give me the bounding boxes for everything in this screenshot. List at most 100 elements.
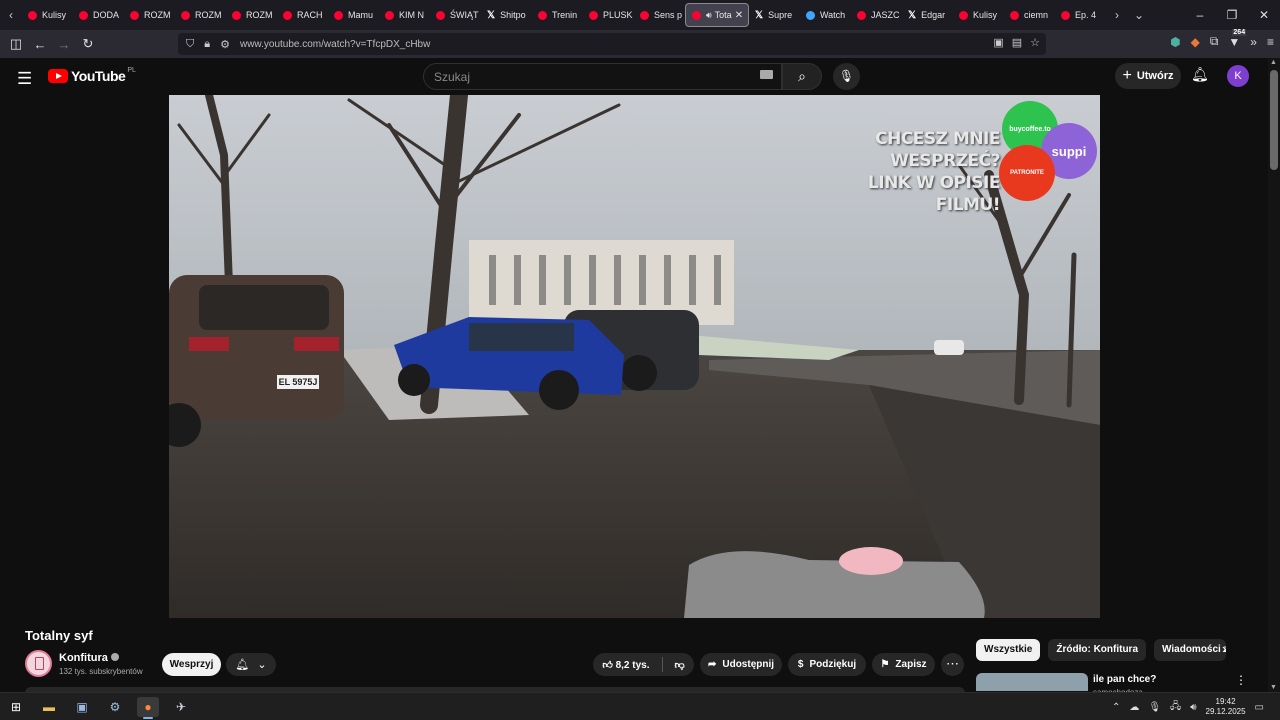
cloud-icon[interactable]: ☁︎ xyxy=(1129,702,1139,713)
browser-tab[interactable]: PLUSK xyxy=(583,3,634,27)
scroll-down-icon[interactable]: ▼ xyxy=(1270,684,1277,691)
more-actions-button[interactable]: ⋯ xyxy=(941,653,964,676)
browser-tab[interactable]: RACH xyxy=(277,3,328,27)
search-button[interactable]: ⌕ xyxy=(782,63,822,90)
reader-view-icon[interactable]: ▤ xyxy=(1012,36,1022,49)
picture-in-picture-icon[interactable]: ▣ xyxy=(993,36,1003,49)
firefox-icon[interactable]: ● xyxy=(137,697,159,719)
account-avatar[interactable]: K xyxy=(1227,65,1249,87)
video-player[interactable]: CHCESZ MNIE WESPRZEĆ? LINK W OPISIE FILM… xyxy=(169,95,1100,618)
microphone-icon[interactable]: 🎙︎ xyxy=(1148,702,1161,713)
browser-tab[interactable]: ROZM xyxy=(124,3,175,27)
guide-menu-icon[interactable]: ☰ xyxy=(17,69,32,89)
network-icon[interactable]: 🖧︎ xyxy=(1170,699,1181,716)
tab-label: Supre xyxy=(768,10,793,20)
like-button[interactable]: 👍︎ 8,2 tys. xyxy=(602,659,649,671)
tray-chevron-icon[interactable]: ⌃ xyxy=(1112,702,1120,713)
recommendation-title[interactable]: ile pan chce? xyxy=(1093,674,1156,685)
tab-label: DODA xyxy=(93,10,120,20)
forward-icon[interactable]: → xyxy=(52,37,76,52)
shield-icon[interactable]: ⛉ xyxy=(186,38,194,51)
close-tab-icon[interactable]: ✕ xyxy=(735,10,743,21)
url-text[interactable]: www.youtube.com/watch?v=TfcpDX_cHbw xyxy=(240,39,430,50)
support-button[interactable]: Wesprzyj xyxy=(162,653,221,676)
extensions-icon[interactable]: ⧉ xyxy=(1210,34,1219,49)
ublock-icon[interactable]: ▼ 264 xyxy=(1228,28,1247,49)
minimize-icon[interactable]: – xyxy=(1184,8,1216,22)
tab-label: PLUSK xyxy=(603,10,633,20)
browser-tab[interactable]: ROZM xyxy=(175,3,226,27)
lock-icon[interactable]: 🔒︎ xyxy=(204,38,210,51)
youtube-icon xyxy=(857,10,866,20)
chip-news[interactable]: Wiadomości ze ś xyxy=(1154,639,1227,661)
clock[interactable]: 19:42 29.12.2025 xyxy=(1206,697,1246,717)
save-button[interactable]: ⚑ Zapisz xyxy=(872,653,935,676)
channel-name[interactable]: Konfitura xyxy=(59,652,119,664)
permissions-icon[interactable]: ⚙︎ xyxy=(220,38,230,51)
page-scrollbar[interactable]: ▲ ▼ xyxy=(1268,58,1280,692)
browser-tab[interactable]: DODA xyxy=(73,3,124,27)
browser-tab[interactable]: 𝕏 Supre xyxy=(749,3,800,27)
channel-name-text[interactable]: Konfitura xyxy=(59,652,108,664)
sidebar-toggle-icon[interactable]: ◫ xyxy=(4,36,28,52)
restore-icon[interactable]: ❐ xyxy=(1216,8,1248,22)
back-icon[interactable]: ← xyxy=(28,37,52,52)
browser-tab[interactable]: Trenin xyxy=(532,3,583,27)
recommendation-menu-icon[interactable]: ⋮ xyxy=(1235,673,1247,687)
fox-extension-icon[interactable]: ◆ xyxy=(1191,35,1200,49)
browser-tab[interactable]: 𝕏 Edgar xyxy=(902,3,953,27)
address-bar[interactable]: ⛉ 🔒︎ ⚙︎ www.youtube.com/watch?v=TfcpDX_c… xyxy=(178,33,1046,55)
notifications-icon[interactable]: ▭ xyxy=(1255,702,1264,713)
tab-label: ROZM xyxy=(246,10,273,20)
browser-tab[interactable]: Kulisy xyxy=(22,3,73,27)
patronite-label: PATRONITE xyxy=(1010,170,1044,176)
browser-tab[interactable]: Ep. 4 xyxy=(1055,3,1106,27)
overflow-chevron-icon[interactable]: » xyxy=(1250,35,1257,49)
search-input[interactable]: Szukaj xyxy=(423,63,782,90)
thanks-button[interactable]: $ Podziękuj xyxy=(788,653,866,676)
chips-next-icon[interactable]: › xyxy=(1222,641,1226,656)
browser-tab[interactable]: ciemn xyxy=(1004,3,1055,27)
steam-icon[interactable]: ⚙︎ xyxy=(104,697,126,717)
list-all-tabs-icon[interactable]: ⌄ xyxy=(1128,8,1150,22)
subscriber-count: 132 tys. subskrybentów xyxy=(59,667,143,676)
notifications-bell-icon[interactable]: 🔔︎ xyxy=(1191,66,1209,83)
ublock-badge: 264 xyxy=(1232,28,1247,36)
close-window-icon[interactable]: ✕ xyxy=(1248,8,1280,22)
browser-tab[interactable]: Watch xyxy=(800,3,851,27)
vpn-extension-icon[interactable]: ⬢ xyxy=(1170,35,1180,49)
chip-source[interactable]: Źródło: Konfitura xyxy=(1048,639,1147,661)
browser-tab[interactable]: Sens p xyxy=(634,3,685,27)
browser-tab[interactable]: 🔊︎ Tota ✕ xyxy=(685,3,749,27)
create-button[interactable]: + Utwórz xyxy=(1115,63,1181,89)
browser-tab[interactable]: ŚWIĄT xyxy=(430,3,481,27)
speaker-icon[interactable]: 🔊︎ xyxy=(706,10,712,21)
browser-tab[interactable]: KIM N xyxy=(379,3,430,27)
scrollbar-thumb[interactable] xyxy=(1270,70,1278,170)
youtube-logo[interactable]: YouTube PL xyxy=(48,67,136,84)
remote-desktop-icon[interactable]: ▣ xyxy=(71,697,93,717)
browser-tab[interactable]: JASZC xyxy=(851,3,902,27)
share-button[interactable]: ➦ Udostępnij xyxy=(700,653,782,676)
voice-search-button[interactable]: 🎙︎ xyxy=(833,63,860,90)
file-explorer-icon[interactable]: ▬ xyxy=(38,697,60,717)
notifications-button[interactable]: 🔔︎ ⌄ xyxy=(226,653,276,676)
tabs-scroll-left-icon[interactable]: ‹ xyxy=(0,8,22,22)
browser-tab[interactable]: ROZM xyxy=(226,3,277,27)
channel-avatar[interactable] xyxy=(25,650,52,677)
keyboard-icon[interactable] xyxy=(760,70,773,79)
app-icon[interactable]: ✈︎ xyxy=(170,697,192,717)
scroll-up-icon[interactable]: ▲ xyxy=(1270,59,1277,66)
dislike-button[interactable]: 👎︎ xyxy=(675,659,685,671)
browser-tab[interactable]: 𝕏 Shitpo xyxy=(481,3,532,27)
browser-tab[interactable]: Kulisy xyxy=(953,3,1004,27)
browser-tab[interactable]: Mamu xyxy=(328,3,379,27)
tabs-scroll-right-icon[interactable]: › xyxy=(1106,8,1128,22)
start-icon[interactable]: ⊞ xyxy=(5,697,27,717)
recommendation-thumbnail[interactable] xyxy=(976,673,1088,691)
menu-icon[interactable]: ≡ xyxy=(1267,35,1274,49)
chip-all[interactable]: Wszystkie xyxy=(976,639,1041,661)
volume-icon[interactable]: 🔊︎ xyxy=(1190,702,1196,713)
bookmark-star-icon[interactable]: ☆ xyxy=(1030,36,1040,49)
reload-icon[interactable]: ↻ xyxy=(76,36,100,52)
